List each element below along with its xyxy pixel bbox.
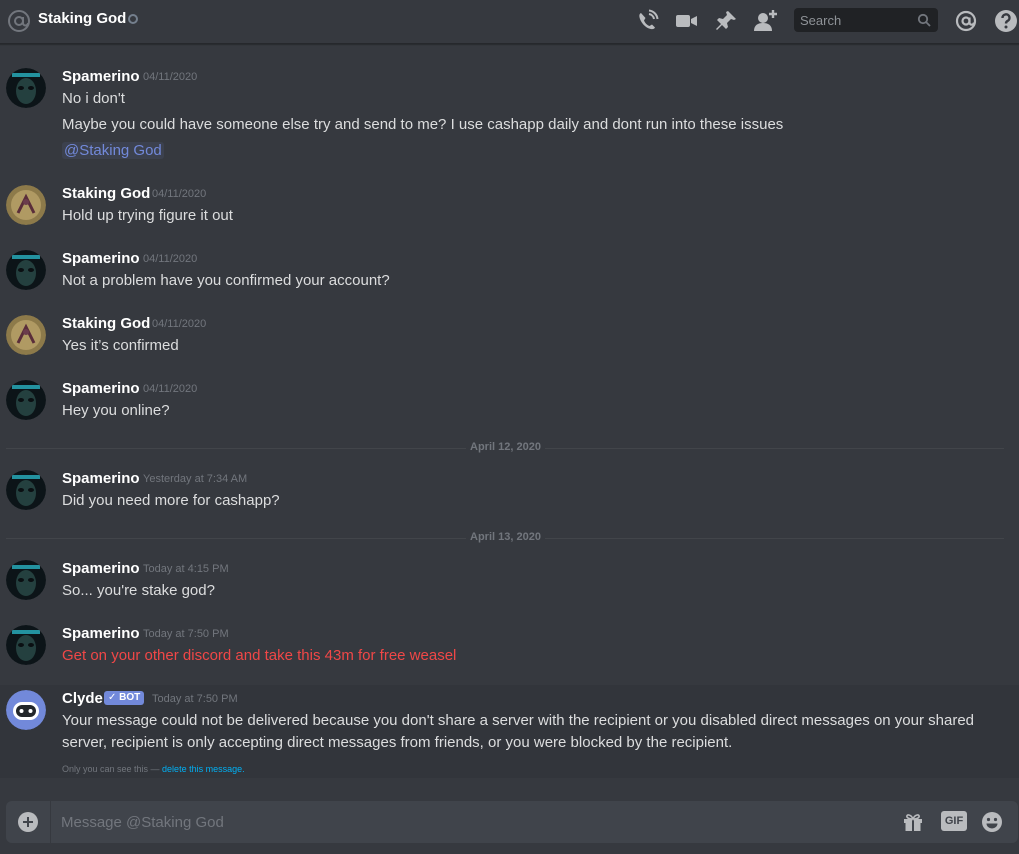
message-text: So... you're stake god? [62, 582, 215, 599]
avatar-spamerino[interactable] [6, 625, 46, 665]
message-text: Did you need more for cashapp? [62, 492, 280, 509]
ephemeral-note: Only you can see this — delete this mess… [62, 764, 245, 774]
message-author[interactable]: Spamerino [62, 625, 140, 642]
message-text: No i don't [62, 90, 125, 107]
composer-separator [50, 801, 51, 843]
add-friend-icon[interactable] [753, 8, 779, 34]
message-author[interactable]: Spamerino [62, 68, 140, 85]
avatar-spamerino[interactable] [6, 470, 46, 510]
gift-icon[interactable] [902, 811, 924, 833]
message-author[interactable]: Spamerino [62, 470, 140, 487]
message-author[interactable]: Spamerino [62, 380, 140, 397]
failed-message-text: Get on your other discord and take this … [62, 647, 457, 664]
message-timestamp: 04/11/2020 [143, 71, 198, 83]
message-text: Yes it’s confirmed [62, 337, 179, 354]
message-timestamp: Today at 4:15 PM [143, 563, 229, 575]
user-avatar-icon [6, 560, 46, 600]
user-avatar-icon [6, 68, 46, 108]
avatar-spamerino[interactable] [6, 560, 46, 600]
message-timestamp: 04/11/2020 [143, 383, 198, 395]
avatar-spamerino[interactable] [6, 68, 46, 108]
search-box[interactable] [794, 8, 938, 32]
mentions-icon[interactable] [953, 8, 979, 34]
search-input[interactable] [794, 8, 914, 32]
bot-badge: ✓ BOT [104, 691, 145, 705]
message-text: Hey you online? [62, 402, 170, 419]
message-timestamp: 04/11/2020 [152, 318, 207, 330]
date-divider-label: April 13, 2020 [466, 531, 545, 543]
user-avatar-icon [6, 470, 46, 510]
date-divider-label: April 12, 2020 [466, 441, 545, 453]
avatar-spamerino[interactable] [6, 380, 46, 420]
message-timestamp: Yesterday at 7:34 AM [143, 473, 248, 485]
user-avatar-icon [6, 625, 46, 665]
message-author[interactable]: Staking God [62, 315, 150, 332]
user-avatar-icon [6, 380, 46, 420]
emoji-icon[interactable] [981, 811, 1003, 833]
user-avatar-icon [6, 315, 46, 355]
message-timestamp: Today at 7:50 PM [143, 628, 229, 640]
avatar-clyde[interactable] [6, 690, 46, 730]
message-text: server, recipient is only accepting dire… [62, 734, 733, 751]
delete-message-link[interactable]: delete this message. [162, 764, 245, 774]
message-author[interactable]: Clyde [62, 690, 103, 707]
plus-icon[interactable] [18, 812, 38, 832]
user-avatar-icon [6, 185, 46, 225]
video-icon[interactable] [673, 8, 699, 34]
message-author[interactable]: Spamerino [62, 250, 140, 267]
message-text: Not a problem have you confirmed your ac… [62, 272, 390, 289]
status-icon [128, 14, 138, 24]
at-icon [8, 10, 30, 32]
help-icon[interactable] [993, 8, 1019, 34]
gif-icon[interactable]: GIF [941, 811, 967, 831]
clyde-bot-icon [6, 690, 46, 730]
channel-header: Staking God [0, 0, 1019, 44]
pin-icon[interactable] [713, 8, 739, 34]
message-author[interactable]: Staking God [62, 185, 150, 202]
message-text: Maybe you could have someone else try an… [62, 116, 784, 133]
message-timestamp: 04/11/2020 [152, 188, 207, 200]
message-text: Your message could not be delivered beca… [62, 712, 975, 729]
search-icon [917, 13, 931, 27]
user-mention[interactable]: @Staking God [62, 142, 164, 159]
message-timestamp: 04/11/2020 [143, 253, 198, 265]
avatar-spamerino[interactable] [6, 250, 46, 290]
message-input[interactable] [61, 801, 881, 843]
ephemeral-note-text: Only you can see this — [62, 764, 163, 774]
avatar-staking-god[interactable] [6, 315, 46, 355]
message-timestamp: Today at 7:50 PM [152, 693, 238, 705]
avatar-staking-god[interactable] [6, 185, 46, 225]
user-avatar-icon [6, 250, 46, 290]
message-composer: GIF [6, 801, 1018, 843]
call-icon[interactable] [634, 8, 660, 34]
message-author[interactable]: Spamerino [62, 560, 140, 577]
channel-title: Staking God [38, 10, 127, 27]
message-text: Hold up trying figure it out [62, 207, 233, 224]
